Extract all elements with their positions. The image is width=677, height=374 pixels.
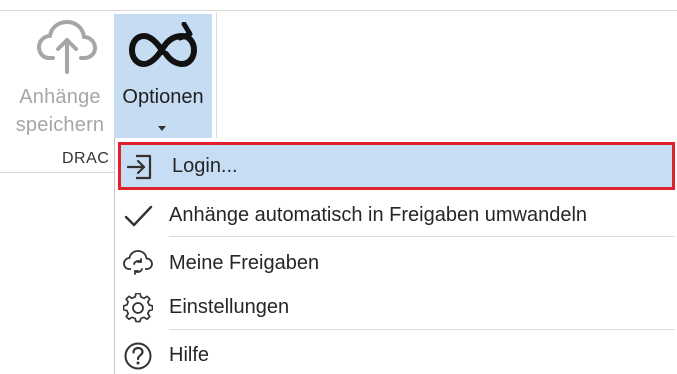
login-icon [126,154,152,180]
menu-separator [169,329,675,330]
ribbon-top-divider [0,10,677,11]
help-icon [124,342,152,370]
ribbon-group-label: DRAC [62,150,110,167]
menu-item-auto-convert-label: Anhänge automatisch in Freigaben umwande… [169,204,588,226]
infinity-refresh-icon [128,22,198,68]
save-attachments-label-line2: speichern [15,114,105,136]
options-dropdown-menu: Login... Anhänge automatisch in Freigabe… [114,138,677,374]
menu-item-login-label: Login... [172,155,238,177]
options-button[interactable]: Optionen [114,14,212,146]
menu-item-settings[interactable]: Einstellungen [115,284,677,330]
gear-icon [123,293,153,323]
outlook-ribbon-screen: Anhänge speichern Optionen DRAC Login... [0,0,677,374]
menu-separator [169,236,675,237]
menu-item-my-shares[interactable]: Meine Freigaben [115,240,677,286]
menu-item-help-label: Hilfe [169,344,210,366]
save-attachments-label-line1: Anhänge [19,86,101,108]
ribbon-bottom-divider [0,172,115,173]
menu-item-login[interactable]: Login... [118,142,675,190]
cloud-upload-icon [37,20,97,74]
menu-item-auto-convert[interactable]: Anhänge automatisch in Freigaben umwande… [115,192,677,238]
checkmark-icon [124,205,153,227]
menu-item-settings-label: Einstellungen [169,296,290,318]
options-label: Optionen [122,86,204,108]
menu-item-my-shares-label: Meine Freigaben [169,252,320,274]
chevron-down-icon [158,126,166,131]
ribbon-group-separator [216,12,217,144]
cloud-sync-icon [123,250,153,275]
menu-item-help[interactable]: Hilfe [115,332,677,374]
save-attachments-button[interactable]: Anhänge speichern [6,14,114,146]
